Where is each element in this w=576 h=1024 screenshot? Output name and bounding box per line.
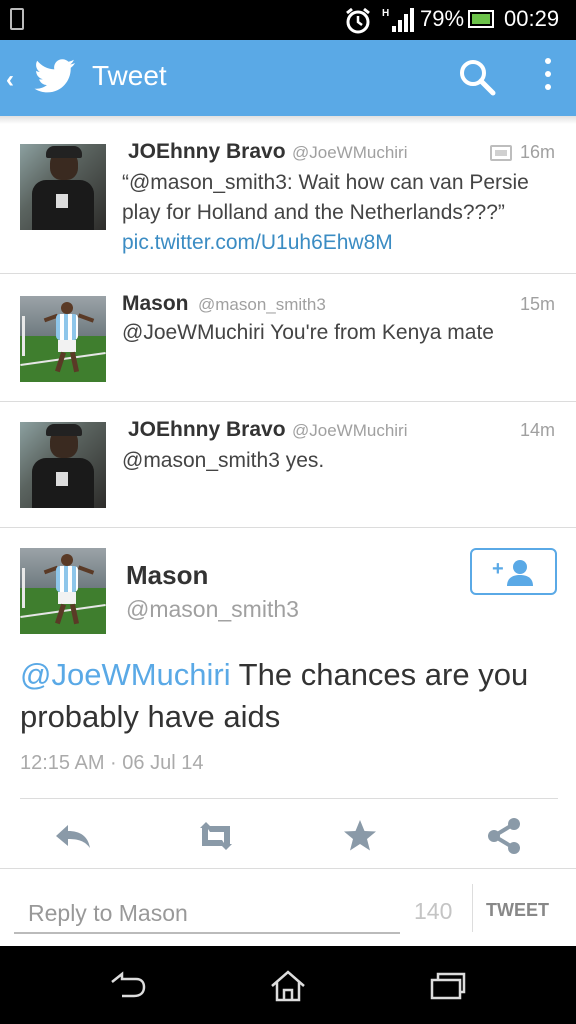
media-icon bbox=[490, 145, 512, 161]
avatar[interactable] bbox=[20, 422, 106, 508]
tweet-button[interactable]: TWEET bbox=[486, 900, 549, 921]
alarm-icon bbox=[346, 7, 370, 34]
mention-link[interactable]: @JoeWMuchiri bbox=[20, 657, 231, 692]
tweet-timestamp: 12:15 AM · 06 Jul 14 bbox=[20, 752, 204, 774]
tweet-actions bbox=[0, 806, 576, 868]
divider bbox=[20, 798, 558, 799]
avatar[interactable] bbox=[20, 144, 106, 230]
avatar[interactable] bbox=[20, 296, 106, 382]
focused-tweet-author-name[interactable]: Mason bbox=[126, 560, 208, 591]
reply-input[interactable] bbox=[14, 894, 400, 934]
home-nav-icon[interactable] bbox=[268, 970, 308, 1002]
back-icon[interactable]: ‹ bbox=[6, 66, 14, 94]
tweet-author-handle: @mason_smith3 bbox=[198, 295, 326, 314]
tweet-link[interactable]: pic.twitter.com/U1uh6Ehw8M bbox=[122, 231, 393, 254]
avatar[interactable] bbox=[20, 548, 106, 634]
signal-icon: H bbox=[382, 8, 414, 32]
focused-tweet-author-handle[interactable]: @mason_smith3 bbox=[126, 596, 299, 623]
focused-tweet-text: @JoeWMuchiri The chances are you probabl… bbox=[20, 654, 560, 738]
favorite-star-icon[interactable] bbox=[330, 806, 390, 866]
battery-percentage: 79% bbox=[420, 6, 465, 31]
tweet-time: 16m bbox=[520, 142, 556, 162]
add-user-icon: + bbox=[492, 558, 533, 586]
tweet-text: “@mason_smith3: Wait how can van Persie … bbox=[122, 171, 529, 224]
status-bar: H 79% 00:29 bbox=[0, 0, 576, 40]
tweet-author-handle: @JoeWMuchiri bbox=[292, 143, 408, 162]
tweet-detail: JOEhnny Bravo @JoeWMuchiri 16m “@mason_s… bbox=[0, 116, 576, 946]
clock: 00:29 bbox=[504, 6, 560, 31]
reply-bar: 140 TWEET bbox=[0, 870, 576, 946]
tweet-author-name[interactable]: Mason bbox=[122, 292, 189, 316]
search-icon[interactable] bbox=[458, 58, 496, 96]
tweet-time: 14m bbox=[520, 420, 556, 440]
page-title: Tweet bbox=[92, 60, 167, 91]
twitter-bird-icon[interactable] bbox=[34, 58, 76, 96]
tweet-text: @JoeWMuchiri You're from Kenya mate bbox=[122, 321, 494, 344]
svg-text:H: H bbox=[382, 8, 389, 19]
tweet-time: 15m bbox=[520, 294, 556, 314]
tweet-author-name[interactable]: JOEhnny Bravo bbox=[128, 418, 286, 442]
character-counter: 140 bbox=[414, 898, 453, 924]
divider bbox=[472, 884, 473, 932]
reply-icon[interactable] bbox=[42, 806, 102, 866]
overflow-menu-icon[interactable] bbox=[540, 58, 556, 98]
thread-tweet[interactable]: Mason @mason_smith3 15m @JoeWMuchiri You… bbox=[0, 274, 576, 402]
system-nav-bar bbox=[0, 946, 576, 1024]
divider bbox=[0, 868, 576, 869]
retweet-icon[interactable] bbox=[186, 806, 246, 866]
share-icon[interactable] bbox=[474, 806, 534, 866]
back-nav-icon[interactable] bbox=[108, 970, 148, 1000]
tweet-author-name[interactable]: JOEhnny Bravo bbox=[128, 140, 286, 164]
thread-tweet[interactable]: JOEhnny Bravo @JoeWMuchiri 16m “@mason_s… bbox=[0, 124, 576, 274]
svg-text:+: + bbox=[492, 558, 504, 580]
tweet-author-handle: @JoeWMuchiri bbox=[292, 421, 408, 440]
device-icon bbox=[10, 8, 24, 30]
recent-apps-nav-icon[interactable] bbox=[428, 970, 468, 1000]
tweet-text: @mason_smith3 yes. bbox=[122, 449, 325, 472]
action-bar: ‹ Tweet bbox=[0, 40, 576, 116]
battery-icon bbox=[468, 10, 494, 28]
follow-button[interactable]: + bbox=[470, 548, 557, 595]
thread-tweet[interactable]: JOEhnny Bravo @JoeWMuchiri 14m @mason_sm… bbox=[0, 402, 576, 528]
